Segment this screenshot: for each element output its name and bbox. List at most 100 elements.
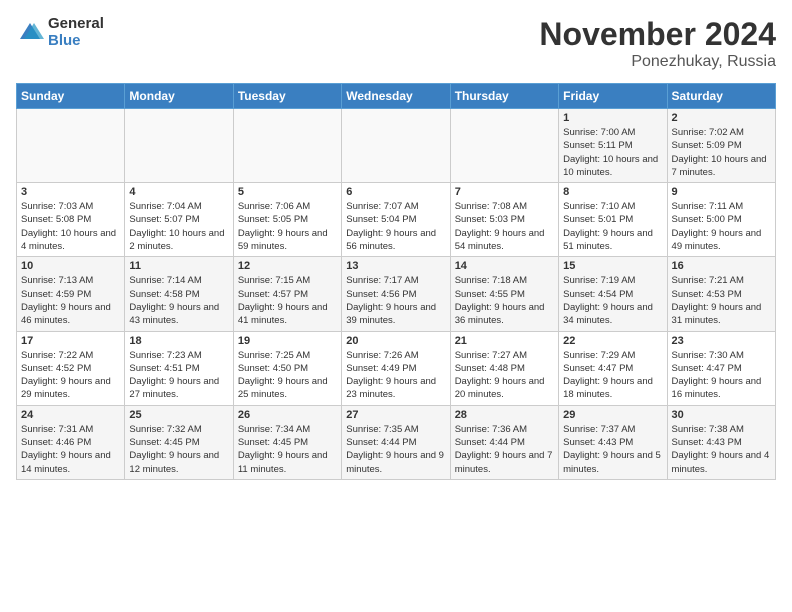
day-info: Sunrise: 7:13 AM Sunset: 4:59 PM Dayligh…	[21, 274, 120, 327]
calendar-cell: 10 Sunrise: 7:13 AM Sunset: 4:59 PM Dayli…	[17, 257, 125, 331]
day-info: Sunrise: 7:32 AM Sunset: 4:45 PM Dayligh…	[129, 423, 228, 476]
day-info: Sunrise: 7:11 AM Sunset: 5:00 PM Dayligh…	[672, 200, 771, 253]
day-info: Sunrise: 7:25 AM Sunset: 4:50 PM Dayligh…	[238, 349, 337, 402]
calendar-week-4: 17Sunrise: 7:22 AM Sunset: 4:52 PM Dayli…	[17, 331, 776, 405]
calendar-cell: 12Sunrise: 7:15 AM Sunset: 4:57 PM Dayli…	[233, 257, 341, 331]
calendar-week-1: 1 Sunrise: 7:00 AM Sunset: 5:11 PM Daylig…	[17, 109, 776, 183]
calendar-cell: 11 Sunrise: 7:14 AM Sunset: 4:58 PM Dayli…	[125, 257, 233, 331]
calendar-cell: 21 Sunrise: 7:27 AM Sunset: 4:48 PM Dayli…	[450, 331, 558, 405]
day-info: Sunrise: 7:38 AM Sunset: 4:43 PM Dayligh…	[672, 423, 771, 476]
day-number: 14	[455, 260, 554, 272]
logo: General Blue	[16, 16, 104, 49]
calendar-cell: 18Sunrise: 7:23 AM Sunset: 4:51 PM Dayli…	[125, 331, 233, 405]
day-number: 24	[21, 409, 120, 421]
day-info: Sunrise: 7:14 AM Sunset: 4:58 PM Dayligh…	[129, 274, 228, 327]
col-sunday: Sunday	[17, 84, 125, 109]
day-info: Sunrise: 7:22 AM Sunset: 4:52 PM Dayligh…	[21, 349, 120, 402]
day-number: 19	[238, 335, 337, 347]
calendar-table: Sunday Monday Tuesday Wednesday Thursday…	[16, 83, 776, 480]
day-info: Sunrise: 7:26 AM Sunset: 4:49 PM Dayligh…	[346, 349, 445, 402]
day-number: 27	[346, 409, 445, 421]
col-thursday: Thursday	[450, 84, 558, 109]
month-title: November 2024	[539, 16, 776, 53]
day-number: 26	[238, 409, 337, 421]
day-info: Sunrise: 7:34 AM Sunset: 4:45 PM Dayligh…	[238, 423, 337, 476]
logo-icon	[16, 19, 44, 47]
calendar-cell	[342, 109, 450, 183]
col-monday: Monday	[125, 84, 233, 109]
col-friday: Friday	[559, 84, 667, 109]
day-info: Sunrise: 7:35 AM Sunset: 4:44 PM Dayligh…	[346, 423, 445, 476]
logo-general-text: General	[48, 16, 104, 33]
day-number: 20	[346, 335, 445, 347]
calendar-cell: 17Sunrise: 7:22 AM Sunset: 4:52 PM Dayli…	[17, 331, 125, 405]
calendar-cell	[233, 109, 341, 183]
calendar-cell: 4 Sunrise: 7:04 AM Sunset: 5:07 PM Daylig…	[125, 183, 233, 257]
col-wednesday: Wednesday	[342, 84, 450, 109]
calendar-week-2: 3 Sunrise: 7:03 AM Sunset: 5:08 PM Daylig…	[17, 183, 776, 257]
day-info: Sunrise: 7:29 AM Sunset: 4:47 PM Dayligh…	[563, 349, 662, 402]
day-number: 29	[563, 409, 662, 421]
calendar-cell: 30Sunrise: 7:38 AM Sunset: 4:43 PM Dayli…	[667, 405, 775, 479]
col-tuesday: Tuesday	[233, 84, 341, 109]
day-number: 23	[672, 335, 771, 347]
calendar-week-5: 24Sunrise: 7:31 AM Sunset: 4:46 PM Dayli…	[17, 405, 776, 479]
day-number: 1	[563, 112, 662, 124]
calendar-cell: 23 Sunrise: 7:30 AM Sunset: 4:47 PM Dayli…	[667, 331, 775, 405]
calendar-cell: 22Sunrise: 7:29 AM Sunset: 4:47 PM Dayli…	[559, 331, 667, 405]
calendar-cell	[17, 109, 125, 183]
calendar-cell: 16Sunrise: 7:21 AM Sunset: 4:53 PM Dayli…	[667, 257, 775, 331]
calendar-cell: 24Sunrise: 7:31 AM Sunset: 4:46 PM Dayli…	[17, 405, 125, 479]
calendar-cell: 9 Sunrise: 7:11 AM Sunset: 5:00 PM Daylig…	[667, 183, 775, 257]
day-number: 11	[129, 260, 228, 272]
day-info: Sunrise: 7:07 AM Sunset: 5:04 PM Dayligh…	[346, 200, 445, 253]
calendar-cell: 28Sunrise: 7:36 AM Sunset: 4:44 PM Dayli…	[450, 405, 558, 479]
day-number: 3	[21, 186, 120, 198]
calendar-cell: 7 Sunrise: 7:08 AM Sunset: 5:03 PM Daylig…	[450, 183, 558, 257]
day-info: Sunrise: 7:00 AM Sunset: 5:11 PM Dayligh…	[563, 126, 662, 179]
calendar-cell: 1 Sunrise: 7:00 AM Sunset: 5:11 PM Daylig…	[559, 109, 667, 183]
day-number: 12	[238, 260, 337, 272]
day-info: Sunrise: 7:19 AM Sunset: 4:54 PM Dayligh…	[563, 274, 662, 327]
day-info: Sunrise: 7:18 AM Sunset: 4:55 PM Dayligh…	[455, 274, 554, 327]
day-number: 8	[563, 186, 662, 198]
calendar-cell	[450, 109, 558, 183]
day-info: Sunrise: 7:27 AM Sunset: 4:48 PM Dayligh…	[455, 349, 554, 402]
calendar-cell: 27 Sunrise: 7:35 AM Sunset: 4:44 PM Dayli…	[342, 405, 450, 479]
calendar-cell: 8 Sunrise: 7:10 AM Sunset: 5:01 PM Daylig…	[559, 183, 667, 257]
day-info: Sunrise: 7:36 AM Sunset: 4:44 PM Dayligh…	[455, 423, 554, 476]
day-number: 2	[672, 112, 771, 124]
day-number: 5	[238, 186, 337, 198]
day-number: 21	[455, 335, 554, 347]
calendar-cell: 3 Sunrise: 7:03 AM Sunset: 5:08 PM Daylig…	[17, 183, 125, 257]
calendar-header-row: Sunday Monday Tuesday Wednesday Thursday…	[17, 84, 776, 109]
logo-text: General Blue	[48, 16, 104, 49]
calendar-cell: 20 Sunrise: 7:26 AM Sunset: 4:49 PM Dayli…	[342, 331, 450, 405]
col-saturday: Saturday	[667, 84, 775, 109]
day-info: Sunrise: 7:06 AM Sunset: 5:05 PM Dayligh…	[238, 200, 337, 253]
day-number: 6	[346, 186, 445, 198]
day-info: Sunrise: 7:08 AM Sunset: 5:03 PM Dayligh…	[455, 200, 554, 253]
calendar-cell	[125, 109, 233, 183]
title-block: November 2024 Ponezhukay, Russia	[539, 16, 776, 71]
day-info: Sunrise: 7:10 AM Sunset: 5:01 PM Dayligh…	[563, 200, 662, 253]
day-number: 9	[672, 186, 771, 198]
day-info: Sunrise: 7:03 AM Sunset: 5:08 PM Dayligh…	[21, 200, 120, 253]
page: General Blue November 2024 Ponezhukay, R…	[0, 0, 792, 496]
day-number: 15	[563, 260, 662, 272]
calendar-cell: 2Sunrise: 7:02 AM Sunset: 5:09 PM Daylig…	[667, 109, 775, 183]
calendar-cell: 26 Sunrise: 7:34 AM Sunset: 4:45 PM Dayli…	[233, 405, 341, 479]
day-info: Sunrise: 7:04 AM Sunset: 5:07 PM Dayligh…	[129, 200, 228, 253]
location: Ponezhukay, Russia	[539, 53, 776, 71]
day-number: 10	[21, 260, 120, 272]
day-number: 4	[129, 186, 228, 198]
day-number: 7	[455, 186, 554, 198]
day-info: Sunrise: 7:17 AM Sunset: 4:56 PM Dayligh…	[346, 274, 445, 327]
calendar-cell: 15 Sunrise: 7:19 AM Sunset: 4:54 PM Dayli…	[559, 257, 667, 331]
calendar-cell: 5 Sunrise: 7:06 AM Sunset: 5:05 PM Daylig…	[233, 183, 341, 257]
logo-blue-text: Blue	[48, 33, 104, 50]
calendar-cell: 25 Sunrise: 7:32 AM Sunset: 4:45 PM Dayli…	[125, 405, 233, 479]
day-info: Sunrise: 7:30 AM Sunset: 4:47 PM Dayligh…	[672, 349, 771, 402]
day-number: 25	[129, 409, 228, 421]
calendar-cell: 14 Sunrise: 7:18 AM Sunset: 4:55 PM Dayli…	[450, 257, 558, 331]
